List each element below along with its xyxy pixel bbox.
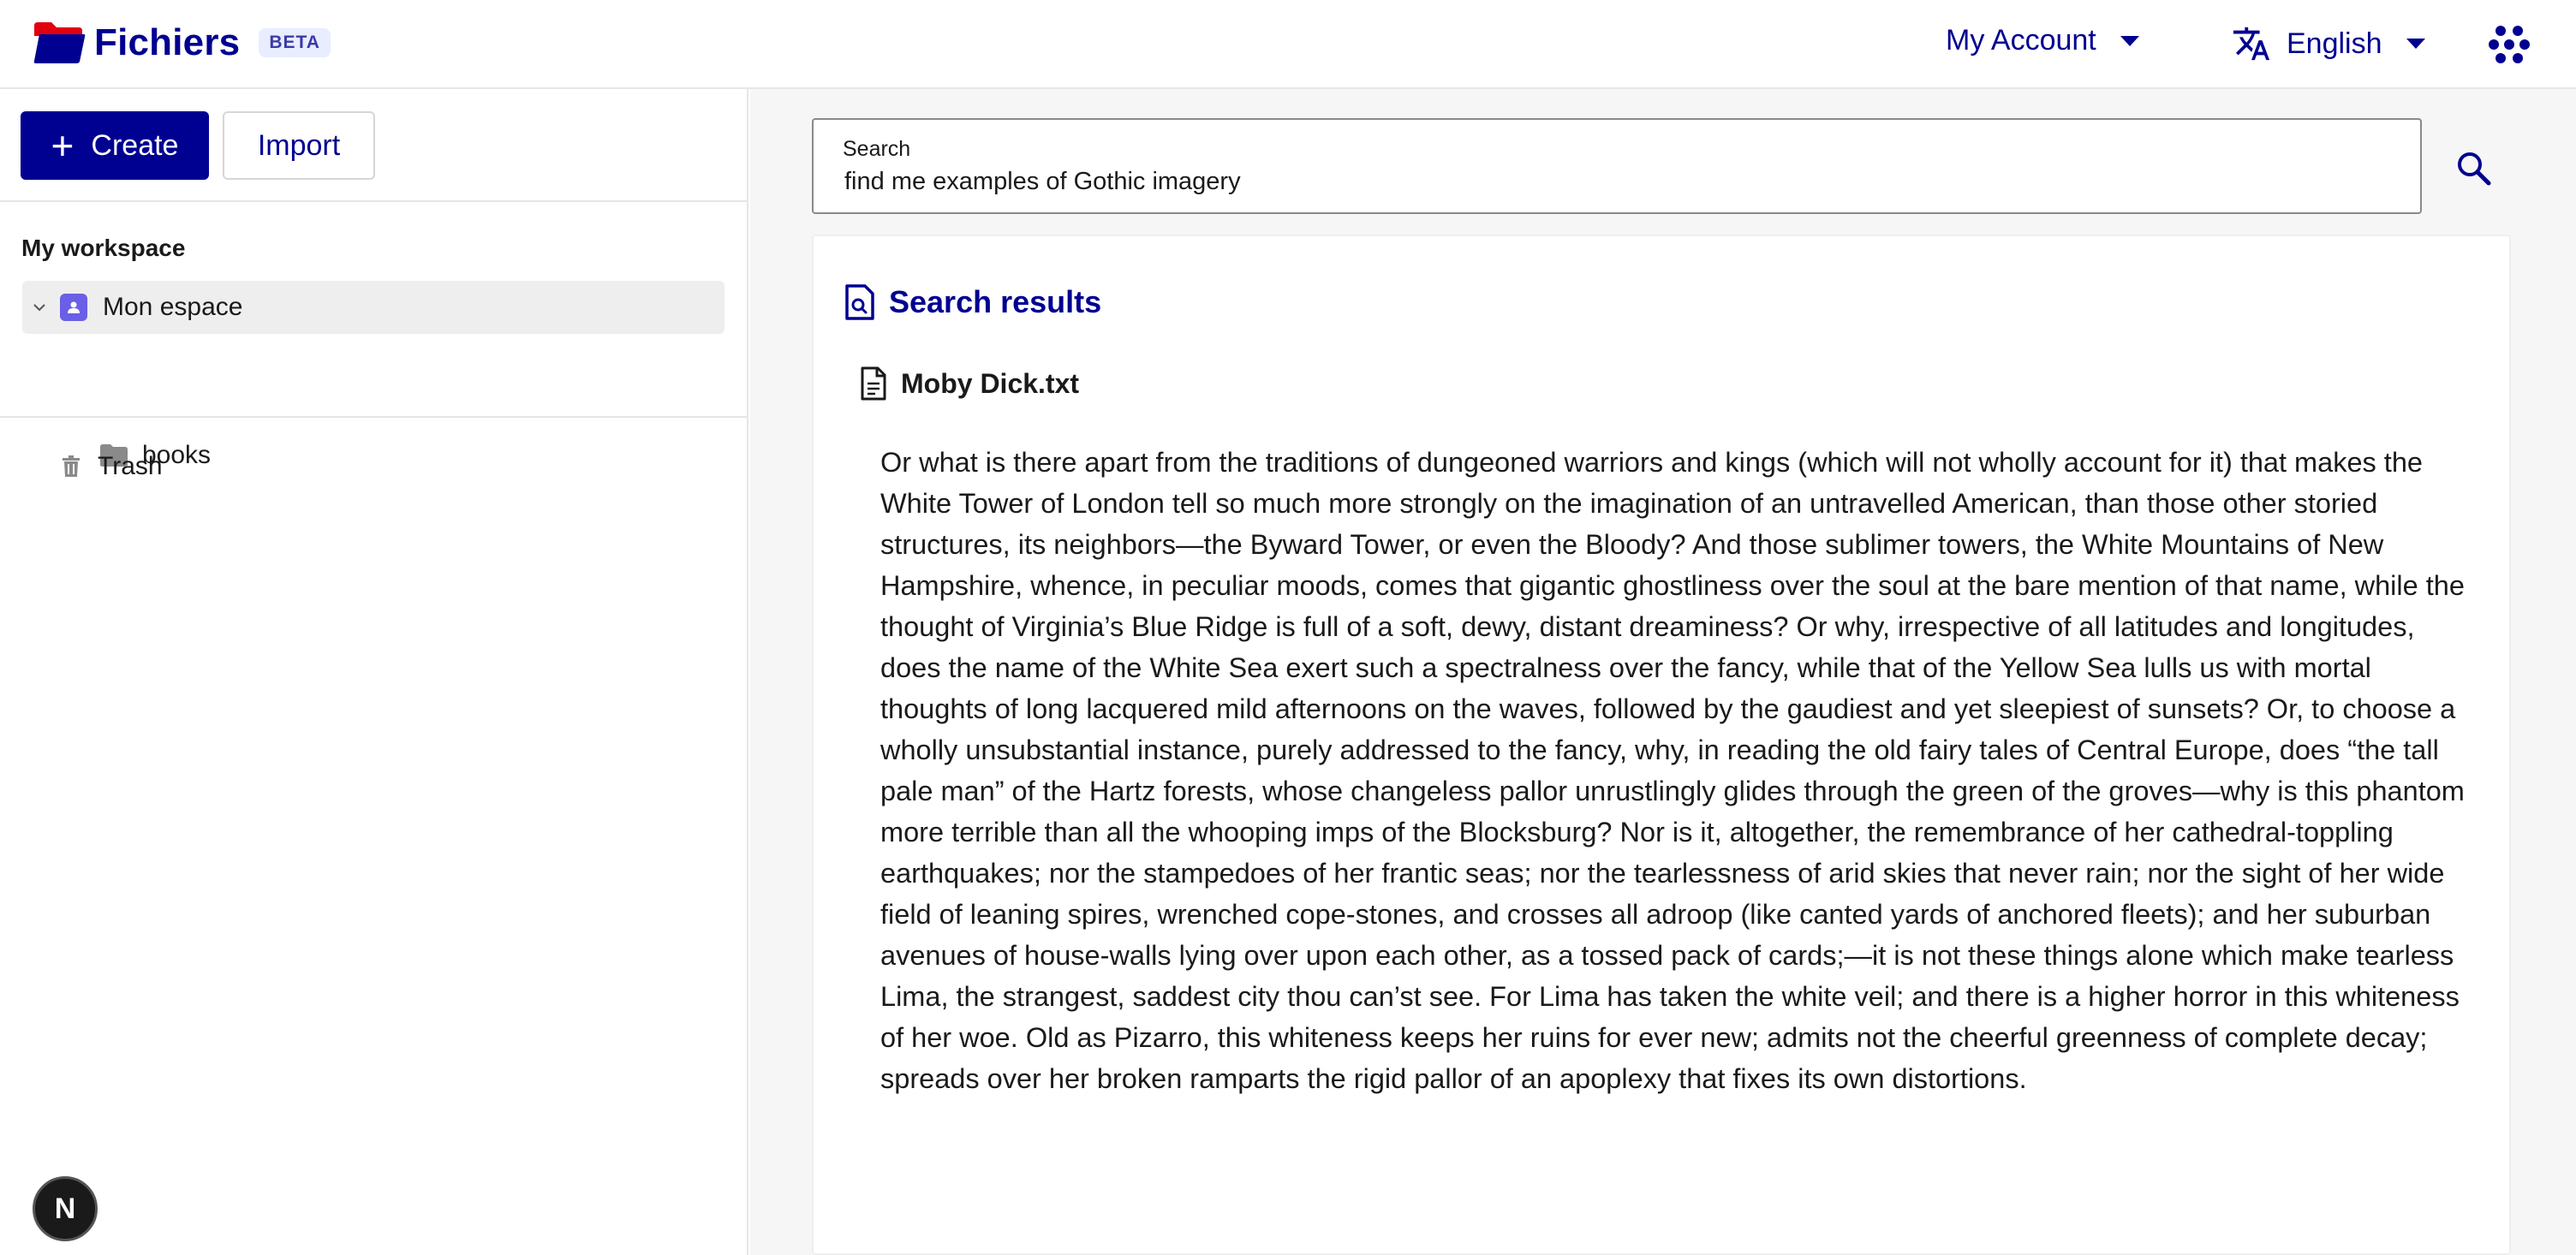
result-file-header[interactable]: Moby Dick.txt [860, 366, 1079, 401]
trash-icon [63, 455, 80, 477]
file-text-icon [861, 366, 886, 401]
my-account-label: My Account [1946, 24, 2096, 57]
sidebar: + Create Import My workspace Mon espace … [0, 89, 748, 1255]
language-label: English [2287, 27, 2382, 60]
trash-label: Trash [98, 452, 163, 480]
document-search-icon [845, 284, 874, 320]
translate-icon [2233, 27, 2270, 61]
result-file-name: Moby Dick.txt [901, 367, 1080, 399]
tree-item-mon-espace[interactable]: Mon espace [22, 281, 724, 334]
my-account-menu[interactable]: My Account [1946, 24, 2139, 57]
search-label: Search [843, 137, 911, 161]
plus-icon: + [51, 123, 75, 168]
create-button[interactable]: + Create [21, 111, 209, 180]
result-excerpt: Or what is there apart from the traditio… [880, 447, 2465, 1094]
apps-grid-icon[interactable] [2489, 24, 2530, 65]
divider [0, 200, 747, 202]
search-input[interactable] [844, 168, 2386, 196]
top-header: Fichiers BETA My Account English [0, 0, 2576, 89]
app-logo[interactable]: Fichiers BETA [33, 21, 331, 65]
divider [0, 416, 747, 418]
language-selector[interactable]: English [2232, 24, 2425, 63]
workspace-title: My workspace [21, 235, 186, 261]
search-results-panel: Search results Moby Dick.txt Or what is … [812, 235, 2511, 1255]
folder-logo-icon [33, 22, 86, 63]
search-icon[interactable] [2454, 149, 2492, 187]
search-field[interactable]: Search [812, 118, 2422, 214]
user-space-icon [60, 294, 87, 321]
tree-item-label: Mon espace [103, 293, 243, 321]
app-title: Fichiers [94, 21, 241, 63]
dev-tools-badge[interactable]: N [33, 1176, 98, 1241]
beta-badge: BETA [259, 28, 331, 57]
results-header: Search results [844, 284, 1101, 320]
create-label: Create [91, 128, 179, 162]
main-content: Search Search results Moby Dick.txt Or w… [750, 89, 2576, 1255]
caret-down-icon [2120, 35, 2139, 46]
results-title: Search results [889, 284, 1102, 319]
chevron-down-icon[interactable] [33, 300, 46, 314]
caret-down-icon [2406, 39, 2425, 49]
trash-link[interactable]: Trash [62, 452, 163, 481]
import-button[interactable]: Import [223, 111, 375, 180]
